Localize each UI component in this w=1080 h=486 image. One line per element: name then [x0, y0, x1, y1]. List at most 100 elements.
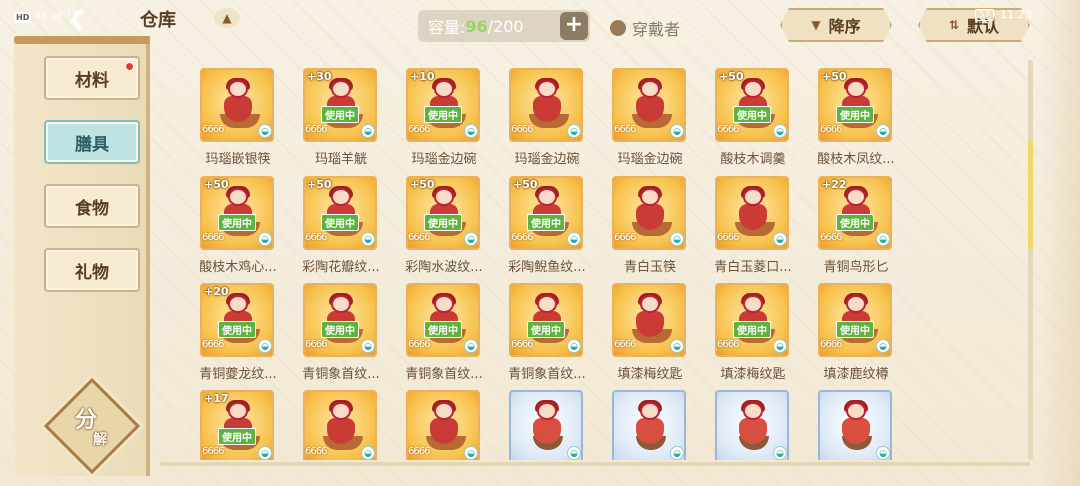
- item-type-icon: ◒: [876, 446, 890, 460]
- item-slot[interactable]: +22 使用中 6666 ◒ 青铜鸟形匕: [778, 152, 892, 275]
- in-use-badge: 使用中: [424, 106, 462, 123]
- sort-desc-button[interactable]: ▼ 降序: [780, 8, 892, 42]
- in-use-badge: 使用中: [321, 106, 359, 123]
- tab-gifts[interactable]: 礼物: [44, 248, 140, 292]
- item-slot[interactable]: 使用中 6666 ◒ 青铜象首纹...: [469, 259, 586, 382]
- notification-dot-icon: [125, 62, 134, 71]
- item-slot[interactable]: ◒: [572, 366, 686, 460]
- item-stars: 6666: [717, 232, 739, 243]
- item-slot[interactable]: 6666 ◒: [366, 366, 480, 460]
- capacity-used: 96: [465, 16, 488, 36]
- item-slot[interactable]: +17 使用中 6666 ◒: [160, 366, 274, 460]
- item-slot[interactable]: +50 使用中 6666 ◒ 酸枝木调羹: [675, 44, 789, 167]
- in-use-badge: 使用中: [218, 428, 256, 445]
- back-icon[interactable]: ❮: [60, 6, 94, 30]
- item-plus-level: +30: [307, 70, 332, 83]
- item-slot[interactable]: ◒: [675, 366, 789, 460]
- bottom-rod: [160, 462, 1030, 466]
- item-slot[interactable]: 6666 ◒ 青白玉筷: [572, 152, 686, 275]
- item-slot[interactable]: 6666 ◒ 玛瑙嵌银筷: [160, 44, 274, 167]
- in-use-badge: 使用中: [321, 321, 359, 338]
- item-slot[interactable]: +50 使用中 6666 ◒ 彩陶水波纹...: [366, 152, 483, 275]
- tab-tableware[interactable]: 膳具: [44, 120, 140, 164]
- item-grid: 6666 ◒ 玛瑙嵌银筷 +30 使用中 6666 ◒ 玛瑙羊觥 +10 使用中…: [160, 44, 1030, 460]
- item-figure-icon: [735, 400, 771, 450]
- item-slot[interactable]: 使用中 6666 ◒ 青铜象首纹...: [263, 259, 380, 382]
- wearer-label: 穿戴者: [632, 20, 681, 39]
- tab-food[interactable]: 食物: [44, 184, 140, 228]
- item-plus-level: +17: [204, 392, 229, 405]
- right-edge: [1040, 0, 1080, 486]
- item-figure-icon: [838, 400, 874, 450]
- item-stars: 6666: [820, 124, 842, 135]
- item-stars: 6666: [305, 232, 327, 243]
- item-stars: 6666: [305, 124, 327, 135]
- tab-label: 食物: [75, 198, 109, 219]
- item-slot[interactable]: 6666 ◒ 青白玉菱口...: [675, 152, 792, 275]
- scrollbar-track[interactable]: [1028, 60, 1033, 460]
- item-figure-icon: [426, 400, 466, 450]
- in-use-badge: 使用中: [733, 106, 771, 123]
- in-use-badge: 使用中: [733, 321, 771, 338]
- wearer-toggle[interactable]: 穿戴者: [610, 16, 680, 40]
- status-right: 57 11:23: [974, 8, 1032, 21]
- item-stars: 6666: [511, 232, 533, 243]
- crown-icon: ▲: [214, 8, 240, 28]
- in-use-badge: 使用中: [424, 214, 462, 231]
- in-use-badge: 使用中: [836, 214, 874, 231]
- tab-label: 材料: [75, 70, 109, 91]
- item-stars: 6666: [614, 232, 636, 243]
- item-slot[interactable]: 使用中 6666 ◒ 青铜象首纹...: [366, 259, 483, 382]
- item-slot[interactable]: 使用中 6666 ◒ 填漆鹿纹樽: [778, 259, 892, 382]
- sort-desc-label: 降序: [828, 17, 861, 36]
- signal-left: 46: [35, 11, 47, 22]
- sort-order-icon: ⇅: [948, 18, 960, 32]
- item-slot[interactable]: ◒: [778, 366, 892, 460]
- item-stars: 6666: [408, 124, 430, 135]
- item-plus-level: +50: [513, 178, 538, 191]
- item-slot[interactable]: +50 使用中 6666 ◒ 酸枝木鸡心...: [160, 152, 277, 275]
- item-figure-icon: [632, 186, 672, 236]
- hd-badge: HD: [14, 11, 32, 23]
- tab-materials[interactable]: 材料: [44, 56, 140, 100]
- in-use-badge: 使用中: [218, 214, 256, 231]
- item-stars: 6666: [511, 124, 533, 135]
- item-slot[interactable]: 6666 ◒: [263, 366, 377, 460]
- item-stars: 6666: [408, 232, 430, 243]
- item-plus-level: +20: [204, 285, 229, 298]
- tab-label: 膳具: [75, 134, 109, 155]
- item-plus-level: +50: [410, 178, 435, 191]
- item-stars: 6666: [202, 124, 224, 135]
- item-slot[interactable]: 6666 ◒ 玛瑙金边碗: [469, 44, 583, 167]
- capacity-box: 容量: 96 /200 +: [418, 10, 590, 42]
- item-plus-level: +50: [719, 70, 744, 83]
- item-type-icon: ◒: [876, 339, 890, 353]
- in-use-badge: 使用中: [218, 321, 256, 338]
- item-figure-icon: [735, 186, 775, 236]
- decompose-label[interactable]: 分 解: [58, 396, 126, 460]
- item-stars: 6666: [202, 232, 224, 243]
- in-use-badge: 使用中: [321, 214, 359, 231]
- wearer-radio-icon[interactable]: [610, 20, 626, 36]
- item-slot[interactable]: +30 使用中 6666 ◒ 玛瑙羊觥: [263, 44, 377, 167]
- capacity-add-button[interactable]: +: [560, 12, 588, 40]
- capacity-max: /200: [487, 16, 524, 36]
- item-slot[interactable]: 使用中 6666 ◒ 填漆梅纹匙: [675, 259, 789, 382]
- item-slot[interactable]: +50 使用中 6666 ◒ 彩陶花瓣纹...: [263, 152, 380, 275]
- item-stars: 6666: [305, 446, 327, 457]
- item-stars: 6666: [408, 446, 430, 457]
- item-stars: 6666: [202, 446, 224, 457]
- item-slot[interactable]: +10 使用中 6666 ◒ 玛瑙金边碗: [366, 44, 480, 167]
- item-stars: 6666: [820, 232, 842, 243]
- in-use-badge: 使用中: [836, 321, 874, 338]
- item-stars: 6666: [305, 339, 327, 350]
- item-slot[interactable]: +50 使用中 6666 ◒ 彩陶鲵鱼纹...: [469, 152, 586, 275]
- item-figure-icon: [323, 400, 363, 450]
- item-slot[interactable]: ◒: [469, 366, 583, 460]
- item-slot[interactable]: +50 使用中 6666 ◒ 酸枝木凤纹...: [778, 44, 895, 167]
- item-slot[interactable]: +20 使用中 6666 ◒ 青铜夔龙纹...: [160, 259, 277, 382]
- scrollbar-thumb[interactable]: [1028, 140, 1033, 250]
- item-stars: 6666: [820, 339, 842, 350]
- item-slot[interactable]: 6666 ◒ 填漆梅纹匙: [572, 259, 686, 382]
- item-slot[interactable]: 6666 ◒ 玛瑙金边碗: [572, 44, 686, 167]
